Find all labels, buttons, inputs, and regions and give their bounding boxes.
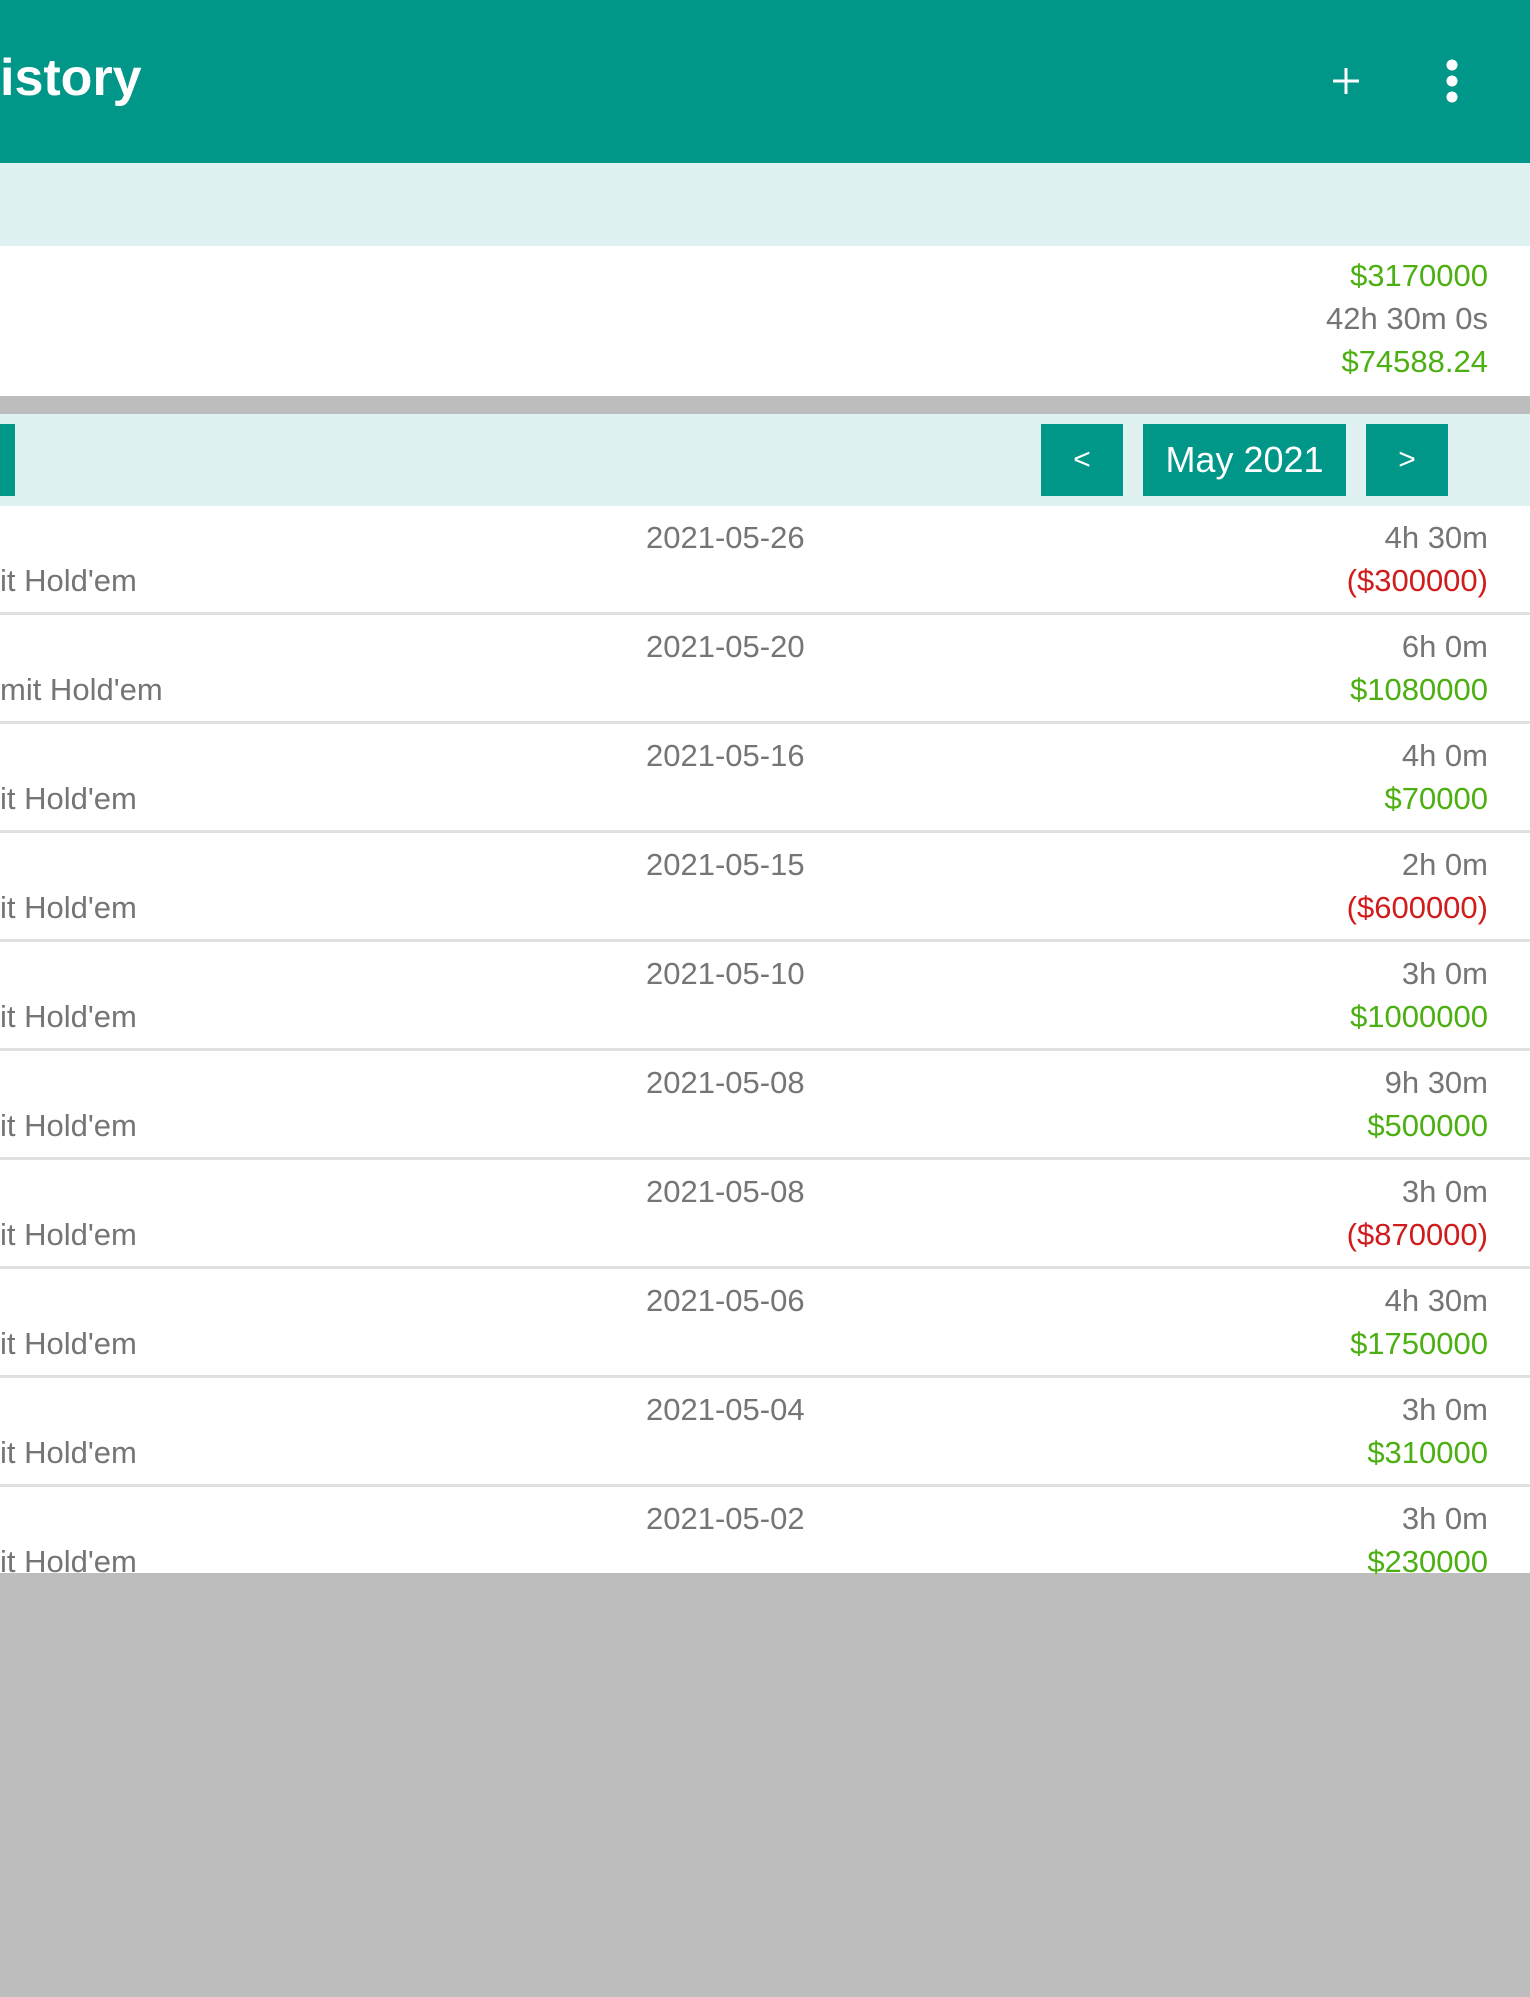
session-date: 2021-05-10 xyxy=(646,956,805,991)
more-vert-icon xyxy=(1446,59,1458,103)
list-item[interactable]: it Hold'em 2021-05-08 9h 30m $500000 xyxy=(0,1051,1530,1160)
toolbar: istory xyxy=(0,0,1530,163)
total-result: $3170000 xyxy=(1350,258,1488,293)
list-item[interactable]: it Hold'em 2021-05-26 4h 30m ($300000) xyxy=(0,506,1530,615)
session-game: it Hold'em xyxy=(0,999,137,1034)
plus-icon xyxy=(1333,68,1359,94)
list-item[interactable]: it Hold'em 2021-05-04 3h 0m $310000 xyxy=(0,1378,1530,1487)
session-result: ($300000) xyxy=(1346,563,1488,598)
more-options-button[interactable] xyxy=(1422,45,1482,117)
session-duration: 3h 0m xyxy=(1401,1174,1488,1209)
session-result: $70000 xyxy=(1384,781,1488,816)
session-date: 2021-05-08 xyxy=(646,1174,805,1209)
session-game: it Hold'em xyxy=(0,1544,137,1579)
session-date: 2021-05-26 xyxy=(646,520,805,555)
total-time: 42h 30m 0s xyxy=(1326,301,1488,336)
section-divider xyxy=(0,396,1530,414)
session-game: it Hold'em xyxy=(0,1108,137,1143)
session-duration: 6h 0m xyxy=(1401,629,1488,664)
hourly-rate: $74588.24 xyxy=(1341,344,1488,379)
list-item[interactable]: it Hold'em 2021-05-02 3h 0m $230000 xyxy=(0,1487,1530,1579)
list-item[interactable]: it Hold'em 2021-05-10 3h 0m $1000000 xyxy=(0,942,1530,1051)
session-result: ($600000) xyxy=(1346,890,1488,925)
session-result: $1000000 xyxy=(1350,999,1488,1034)
session-duration: 2h 0m xyxy=(1401,847,1488,882)
session-game: it Hold'em xyxy=(0,890,137,925)
session-game: it Hold'em xyxy=(0,781,137,816)
session-date: 2021-05-16 xyxy=(646,738,805,773)
session-duration: 4h 0m xyxy=(1401,738,1488,773)
summary-card: $3170000 42h 30m 0s $74588.24 xyxy=(0,246,1530,396)
session-duration: 4h 30m xyxy=(1384,520,1488,555)
session-date: 2021-05-06 xyxy=(646,1283,805,1318)
list-item[interactable]: it Hold'em 2021-05-15 2h 0m ($600000) xyxy=(0,833,1530,942)
list-item[interactable]: it Hold'em 2021-05-06 4h 30m $1750000 xyxy=(0,1269,1530,1378)
app-root: istory $3170000 42h 30m 0s $74588.24 < M… xyxy=(0,0,1530,1997)
add-session-button[interactable] xyxy=(1316,45,1376,117)
prev-month-button[interactable]: < xyxy=(1041,424,1123,496)
session-result: $500000 xyxy=(1367,1108,1488,1143)
session-duration: 3h 0m xyxy=(1401,1501,1488,1536)
summary-header-band xyxy=(0,163,1530,246)
session-date: 2021-05-15 xyxy=(646,847,805,882)
month-label-button[interactable]: May 2021 xyxy=(1143,424,1346,496)
session-result: $230000 xyxy=(1367,1544,1488,1579)
session-result: $1750000 xyxy=(1350,1326,1488,1361)
session-duration: 9h 30m xyxy=(1384,1065,1488,1100)
session-game: it Hold'em xyxy=(0,563,137,598)
page-title: istory xyxy=(0,49,142,107)
session-game: it Hold'em xyxy=(0,1217,137,1252)
filter-button-edge[interactable] xyxy=(0,424,15,496)
session-date: 2021-05-04 xyxy=(646,1392,805,1427)
session-game: mit Hold'em xyxy=(0,672,163,707)
session-result: ($870000) xyxy=(1346,1217,1488,1252)
session-result: $1080000 xyxy=(1350,672,1488,707)
list-item[interactable]: mit Hold'em 2021-05-20 6h 0m $1080000 xyxy=(0,615,1530,724)
session-date: 2021-05-02 xyxy=(646,1501,805,1536)
session-duration: 4h 30m xyxy=(1384,1283,1488,1318)
session-date: 2021-05-20 xyxy=(646,629,805,664)
session-result: $310000 xyxy=(1367,1435,1488,1470)
list-item[interactable]: it Hold'em 2021-05-08 3h 0m ($870000) xyxy=(0,1160,1530,1269)
next-month-button[interactable]: > xyxy=(1366,424,1448,496)
session-list: it Hold'em 2021-05-26 4h 30m ($300000) mit H… xyxy=(0,506,1530,1579)
session-duration: 3h 0m xyxy=(1401,956,1488,991)
session-date: 2021-05-08 xyxy=(646,1065,805,1100)
session-game: it Hold'em xyxy=(0,1435,137,1470)
list-item[interactable]: it Hold'em 2021-05-16 4h 0m $70000 xyxy=(0,724,1530,833)
session-game: it Hold'em xyxy=(0,1326,137,1361)
session-duration: 3h 0m xyxy=(1401,1392,1488,1427)
